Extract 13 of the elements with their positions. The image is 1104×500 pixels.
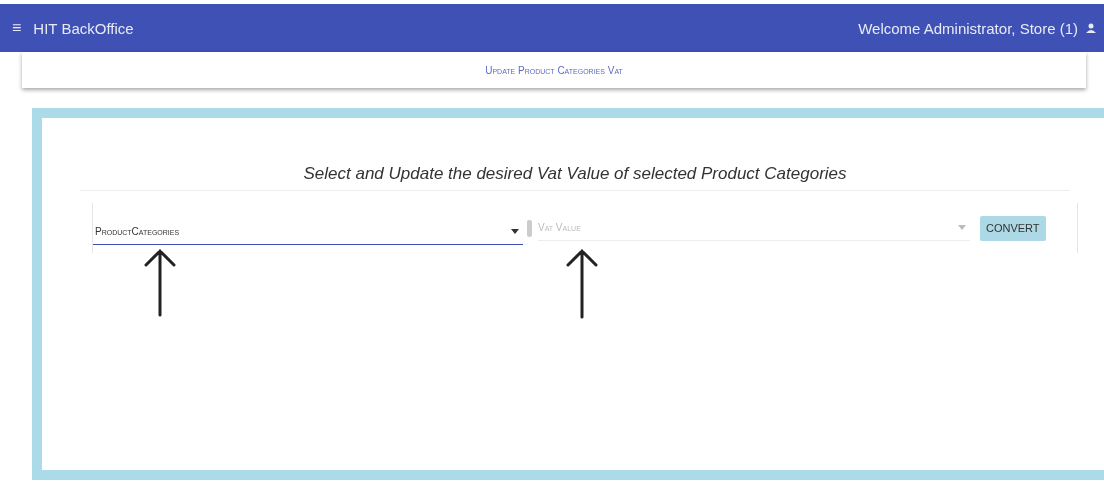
arrow-icon (564, 247, 600, 319)
caret-icon (958, 225, 966, 230)
app-title: HIT BackOffice (33, 19, 134, 37)
panel-heading: Select and Update the desired Vat Value of selected Product Categories (80, 164, 1070, 191)
resize-handle[interactable] (527, 219, 532, 237)
category-select[interactable]: ProductCategories (93, 219, 523, 245)
arrow-icon (142, 247, 178, 317)
convert-button[interactable]: CONVERT (980, 215, 1046, 241)
welcome-text: Welcome Administrator, Store (1) (858, 19, 1078, 37)
menu-icon[interactable]: ≡ (12, 19, 22, 37)
page-title: Update Product Categories Vat (485, 64, 623, 76)
caret-icon (511, 229, 519, 234)
user-icon[interactable] (1086, 23, 1096, 33)
